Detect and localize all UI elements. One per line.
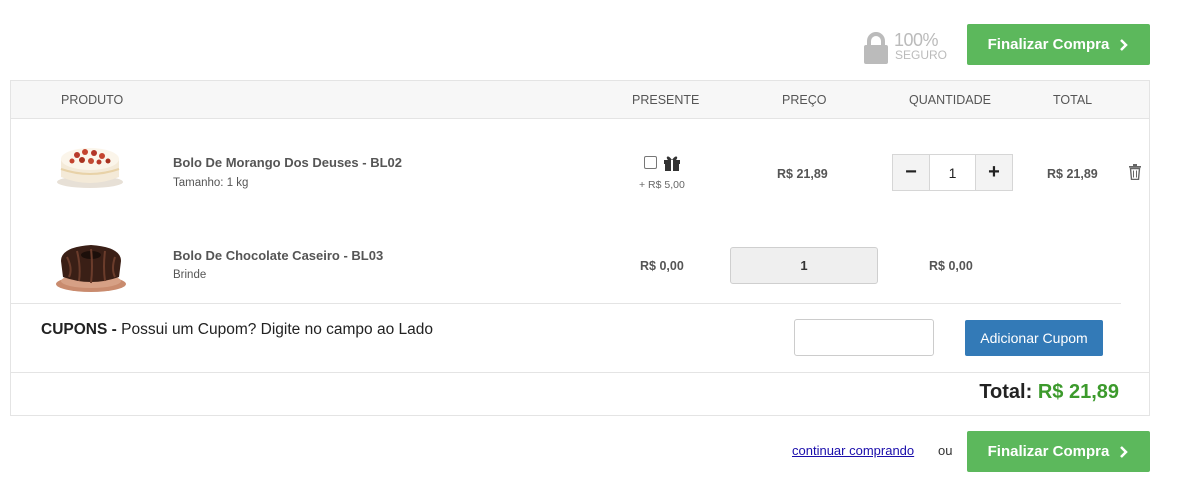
item-gift-price: R$ 0,00 <box>640 259 684 273</box>
item-name: Bolo De Chocolate Caseiro - BL03 <box>173 248 384 263</box>
header-presente: PRESENTE <box>632 93 700 107</box>
secure-badge: 100% SEGURO <box>863 30 953 66</box>
item-total: R$ 21,89 <box>1047 167 1098 181</box>
decrement-button[interactable]: − <box>893 155 929 190</box>
add-coupon-button[interactable]: Adicionar Cupom <box>965 320 1103 356</box>
checkout-button-label: Finalizar Compra <box>987 36 1110 53</box>
chocolate-cake-image <box>56 245 126 292</box>
quantity-readonly: 1 <box>730 247 878 284</box>
checkout-button-top[interactable]: Finalizar Compra <box>967 24 1150 65</box>
header-preco: PREÇO <box>782 93 827 107</box>
gift-extra-price: + R$ 5,00 <box>639 179 685 191</box>
divider <box>11 372 1149 373</box>
or-text: ou <box>938 443 953 458</box>
lock-icon <box>864 32 888 64</box>
coupon-prompt: CUPONS - Possui um Cupom? Digite no camp… <box>41 321 433 339</box>
order-total: Total: R$ 21,89 <box>979 381 1119 404</box>
secure-label: SEGURO <box>895 48 948 62</box>
checkout-button-bottom[interactable]: Finalizar Compra <box>967 431 1150 472</box>
gift-icon <box>664 156 680 171</box>
trash-icon[interactable] <box>1128 164 1142 180</box>
coupon-text: Possui um Cupom? Digite no campo ao Lado <box>121 321 434 338</box>
cart-table: PRODUTO PRESENTE PREÇO QUANTIDADE TOTAL … <box>10 80 1150 416</box>
coupon-input[interactable] <box>794 319 934 356</box>
checkout-button-label: Finalizar Compra <box>987 443 1110 460</box>
item-gift-label: Brinde <box>173 269 207 281</box>
divider <box>11 303 1121 304</box>
total-value: R$ 21,89 <box>1037 381 1119 403</box>
header-produto: PRODUTO <box>61 93 124 107</box>
continue-shopping-link[interactable]: continuar comprando <box>792 443 914 458</box>
quantity-input[interactable]: 1 <box>929 155 976 190</box>
table-header: PRODUTO PRESENTE PREÇO QUANTIDADE TOTAL <box>11 81 1149 119</box>
quantity-stepper: − 1 + <box>892 154 1013 191</box>
total-label: Total: <box>979 381 1033 403</box>
coupon-title: CUPONS - <box>41 321 117 338</box>
gift-checkbox[interactable] <box>644 156 657 169</box>
header-quantidade: QUANTIDADE <box>909 93 991 107</box>
item-size: Tamanho: 1 kg <box>173 177 249 189</box>
chevron-right-icon <box>1120 445 1129 458</box>
item-price: R$ 21,89 <box>777 167 828 181</box>
item-name: Bolo De Morango Dos Deuses - BL02 <box>173 155 402 170</box>
header-total: TOTAL <box>1053 93 1093 107</box>
chevron-right-icon <box>1120 38 1129 51</box>
item-total: R$ 0,00 <box>929 259 973 273</box>
strawberry-cake-image <box>57 148 123 188</box>
increment-button[interactable]: + <box>976 155 1012 190</box>
